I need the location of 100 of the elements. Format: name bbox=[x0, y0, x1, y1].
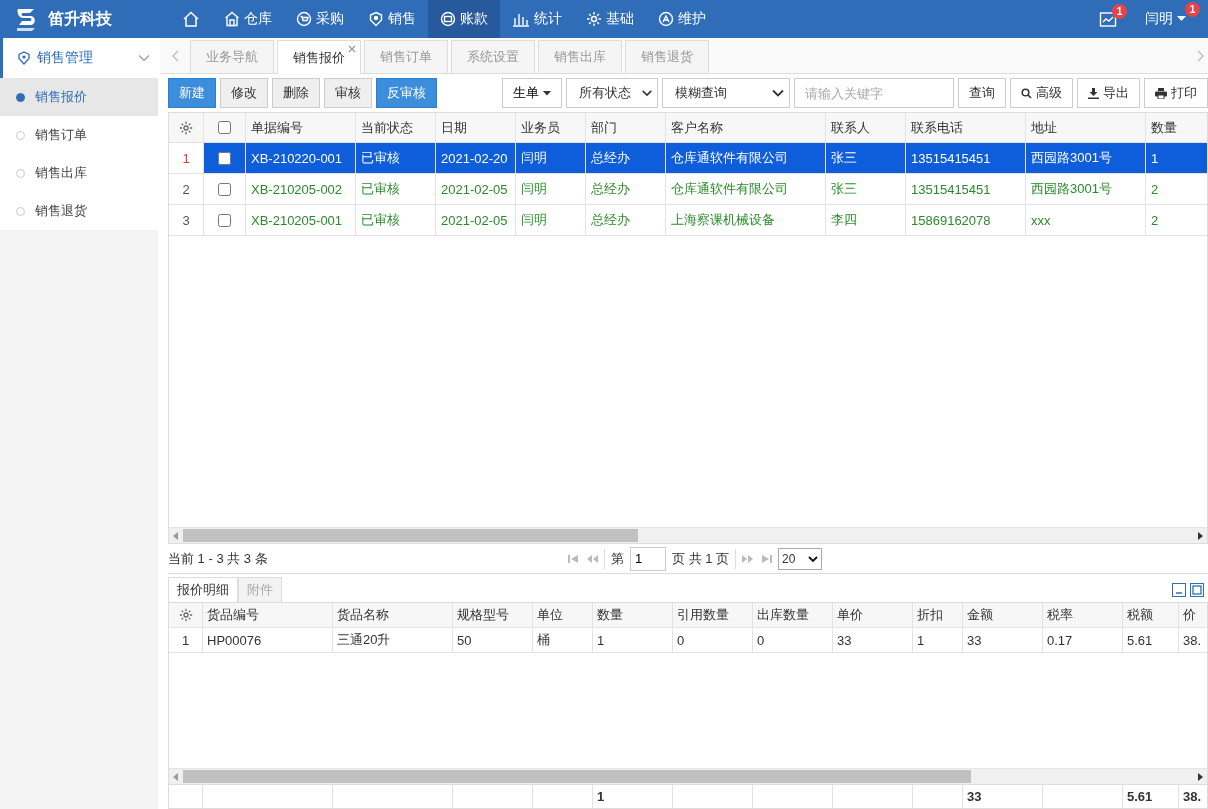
page-tab[interactable]: 销售报价 bbox=[277, 40, 361, 74]
column-header[interactable]: 联系电话 bbox=[906, 113, 1026, 142]
search-field[interactable]: 请输入关键字 bbox=[794, 78, 954, 108]
scroll-left-icon[interactable] bbox=[173, 531, 179, 540]
user-badge: 1 bbox=[1185, 2, 1200, 17]
page-field[interactable]: 1 bbox=[630, 546, 666, 571]
nav-item[interactable]: 仓库 bbox=[212, 0, 284, 38]
sidebar-header[interactable]: 销售管理 bbox=[0, 38, 158, 78]
table-cell: 总经办 bbox=[586, 205, 666, 235]
scroll-left-icon[interactable] bbox=[173, 772, 179, 781]
nav-item[interactable]: 销售 bbox=[356, 0, 428, 38]
column-header[interactable]: 货品名称 bbox=[333, 603, 453, 627]
column-header[interactable]: 货品编号 bbox=[203, 603, 333, 627]
horizontal-scrollbar[interactable] bbox=[169, 768, 1207, 784]
column-header[interactable]: 日期 bbox=[436, 113, 516, 142]
column-header[interactable]: 数量 bbox=[1146, 113, 1207, 142]
sidebar-item[interactable]: 销售报价 bbox=[0, 78, 158, 116]
column-header[interactable]: 单价 bbox=[833, 603, 913, 627]
column-header[interactable]: 出库数量 bbox=[753, 603, 833, 627]
chevron-icon bbox=[808, 555, 819, 562]
row-number: 3 bbox=[169, 205, 204, 235]
column-header[interactable]: 规格型号 bbox=[453, 603, 533, 627]
column-header[interactable]: 税额 bbox=[1123, 603, 1179, 627]
first-page-icon[interactable] bbox=[568, 554, 580, 563]
match-select[interactable]: 模糊查询 bbox=[662, 78, 790, 108]
action-button[interactable]: 导出 bbox=[1077, 78, 1140, 108]
coin-icon bbox=[440, 11, 456, 27]
user-menu[interactable]: 闫明 bbox=[1145, 7, 1186, 31]
column-header[interactable]: 单位 bbox=[533, 603, 593, 627]
toolbar-button[interactable]: 修改 bbox=[220, 78, 268, 108]
column-header[interactable]: 业务员 bbox=[516, 113, 586, 142]
table-cell: 2 bbox=[1146, 205, 1207, 235]
table-cell: 李四 bbox=[826, 205, 906, 235]
column-header[interactable]: 税率 bbox=[1043, 603, 1123, 627]
house-icon bbox=[224, 11, 240, 27]
table-cell: XB-210205-002 bbox=[246, 174, 356, 204]
nav-item[interactable]: 采购 bbox=[284, 0, 356, 38]
cart-icon bbox=[296, 11, 312, 27]
maximize-icon[interactable] bbox=[1190, 582, 1204, 597]
toolbar-button[interactable]: 删除 bbox=[272, 78, 320, 108]
scroll-right-icon[interactable] bbox=[1197, 772, 1203, 781]
generate-dropdown[interactable]: 生单 bbox=[502, 78, 562, 108]
row-checkbox[interactable] bbox=[218, 182, 231, 196]
column-header[interactable]: 部门 bbox=[586, 113, 666, 142]
action-button[interactable]: 查询 bbox=[958, 78, 1006, 108]
nav-item[interactable]: 统计 bbox=[500, 0, 574, 38]
column-header[interactable]: 数量 bbox=[593, 603, 673, 627]
scroll-right-icon[interactable] bbox=[1197, 531, 1203, 540]
table-cell: 0 bbox=[753, 628, 833, 652]
table-cell: 33 bbox=[833, 628, 913, 652]
table-cell: 桶 bbox=[533, 628, 593, 652]
bar-chart-icon bbox=[512, 11, 530, 27]
toolbar-button[interactable]: 审核 bbox=[324, 78, 372, 108]
table-row[interactable]: 1 XB-210220-001 已审核 2021-02-20 闫明 总经办 仓库通软件有限公司 张三 13515415451 西园路3001号 1 bbox=[169, 143, 1207, 174]
app-title: 笛升科技 bbox=[48, 8, 112, 29]
status-select[interactable]: 所有状态 bbox=[566, 78, 658, 108]
previous-page-icon[interactable] bbox=[586, 554, 598, 563]
next-page-icon[interactable] bbox=[742, 554, 755, 563]
minimize-icon[interactable] bbox=[1172, 582, 1186, 597]
column-header[interactable]: 地址 bbox=[1026, 113, 1146, 142]
detail-tab[interactable]: 报价明细 bbox=[168, 577, 238, 602]
table-cell: 2021-02-05 bbox=[436, 174, 516, 204]
table-cell: XB-210220-001 bbox=[246, 143, 356, 173]
column-header[interactable]: 折扣 bbox=[913, 603, 963, 627]
select-all-checkbox[interactable] bbox=[218, 121, 231, 134]
nav-item[interactable]: 维护 bbox=[646, 0, 718, 38]
notification-badge: 1 bbox=[1112, 4, 1127, 19]
last-page-icon[interactable] bbox=[760, 554, 773, 563]
settings-icon[interactable] bbox=[178, 608, 193, 622]
table-cell: XB-210205-001 bbox=[246, 205, 356, 235]
action-button[interactable]: 高级 bbox=[1010, 78, 1073, 108]
column-header[interactable]: 联系人 bbox=[826, 113, 906, 142]
settings-icon[interactable] bbox=[179, 120, 193, 135]
table-cell: xxx bbox=[1026, 205, 1146, 235]
column-header[interactable]: 金额 bbox=[963, 603, 1043, 627]
caret-icon bbox=[543, 90, 551, 96]
column-header[interactable]: 当前状态 bbox=[356, 113, 436, 142]
horizontal-scrollbar[interactable] bbox=[169, 527, 1207, 543]
row-checkbox[interactable] bbox=[218, 213, 231, 227]
table-cell: 已审核 bbox=[356, 205, 436, 235]
table-cell: 2 bbox=[1146, 174, 1207, 204]
action-button[interactable]: 打印 bbox=[1144, 78, 1208, 108]
column-header[interactable]: 单据编号 bbox=[246, 113, 356, 142]
table-cell: 1 bbox=[1146, 143, 1207, 173]
column-header[interactable]: 价 bbox=[1179, 603, 1207, 627]
page-size-select[interactable]: 20 bbox=[778, 547, 823, 570]
page-label: 第 bbox=[611, 549, 624, 568]
column-header[interactable]: 客户名称 bbox=[666, 113, 826, 142]
row-number: 1 bbox=[169, 143, 204, 173]
row-checkbox[interactable] bbox=[218, 151, 231, 165]
record-summary: 当前 1 - 3 共 3 条 bbox=[168, 549, 269, 568]
close-icon[interactable] bbox=[348, 45, 356, 53]
table-row[interactable]: 3 XB-210205-001 已审核 2021-02-05 闫明 总经办 上海察课机械设备 李四 15869162078 xxx 2 bbox=[169, 205, 1207, 236]
home-icon bbox=[182, 10, 200, 28]
nav-item[interactable]: 账款 bbox=[428, 0, 500, 38]
table-row[interactable]: 2 XB-210205-002 已审核 2021-02-05 闫明 总经办 仓库通软件有限公司 张三 13515415451 西园路3001号 2 bbox=[169, 174, 1207, 205]
chart-icon[interactable] bbox=[1099, 10, 1117, 28]
nav-item[interactable]: 基础 bbox=[574, 0, 646, 38]
column-header[interactable]: 引用数量 bbox=[673, 603, 753, 627]
table-cell: 闫明 bbox=[516, 143, 586, 173]
